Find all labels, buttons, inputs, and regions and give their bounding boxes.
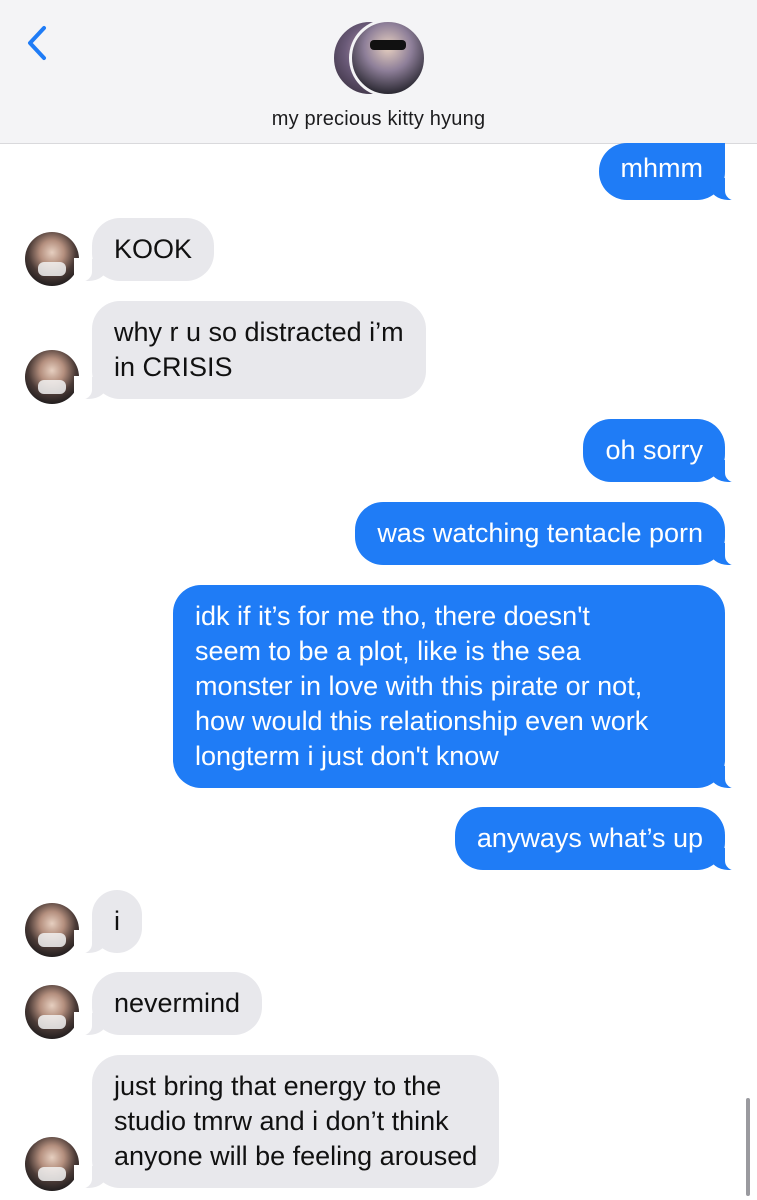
message-bubble: just bring that energy to the studio tmr… (73, 1055, 500, 1189)
message-bubble: why r u so distracted i’m in CRISIS (74, 301, 426, 400)
sender-avatar[interactable] (25, 232, 79, 286)
contact-avatar-group[interactable] (331, 19, 427, 97)
message-bubble: idk if it’s for me tho, there doesn't se… (173, 585, 743, 789)
message-sent[interactable]: oh sorry (583, 419, 743, 483)
message-received[interactable]: nevermind (73, 972, 263, 1036)
message-bubble: i (74, 890, 142, 954)
message-bubble: anyways what’s up (454, 807, 744, 871)
message-text: why r u so distracted i’m in CRISIS (114, 317, 404, 382)
message-received[interactable]: just bring that energy to the studio tmr… (73, 1055, 500, 1189)
message-received[interactable]: i (74, 890, 142, 954)
scrollbar[interactable] (746, 1098, 750, 1196)
message-text: was watching tentacle porn (377, 518, 703, 548)
back-button[interactable] (22, 22, 56, 64)
message-sent[interactable]: idk if it’s for me tho, there doesn't se… (173, 585, 743, 789)
message-bubble: mhmm (598, 143, 743, 201)
message-text: anyways what’s up (476, 823, 703, 853)
message-text: mhmm (620, 153, 704, 183)
message-bubble: oh sorry (583, 419, 743, 483)
chevron-left-icon (28, 26, 46, 60)
conversation-header: my precious kitty hyung (0, 0, 757, 144)
message-received[interactable]: KOOK (73, 218, 215, 282)
sender-avatar[interactable] (25, 903, 79, 957)
message-text: idk if it’s for me tho, there doesn't se… (195, 601, 649, 771)
message-bubble: was watching tentacle porn (355, 502, 743, 566)
contact-name[interactable]: my precious kitty hyung (0, 108, 757, 131)
sender-avatar[interactable] (25, 1137, 79, 1191)
message-text: KOOK (114, 234, 193, 264)
message-sent[interactable]: anyways what’s up (454, 807, 744, 871)
sender-avatar[interactable] (25, 350, 79, 404)
message-bubble: nevermind (73, 972, 263, 1036)
message-text: i (114, 906, 120, 936)
message-text: just bring that energy to the studio tmr… (114, 1071, 478, 1171)
sender-avatar[interactable] (25, 985, 79, 1039)
message-received[interactable]: why r u so distracted i’m in CRISIS (74, 301, 426, 400)
message-text: oh sorry (605, 435, 703, 465)
message-sent[interactable]: was watching tentacle porn (355, 502, 743, 566)
message-text: nevermind (114, 988, 241, 1018)
message-sent[interactable]: mhmm (598, 143, 743, 201)
contact-avatar-primary (349, 19, 427, 97)
message-bubble: KOOK (73, 218, 215, 282)
